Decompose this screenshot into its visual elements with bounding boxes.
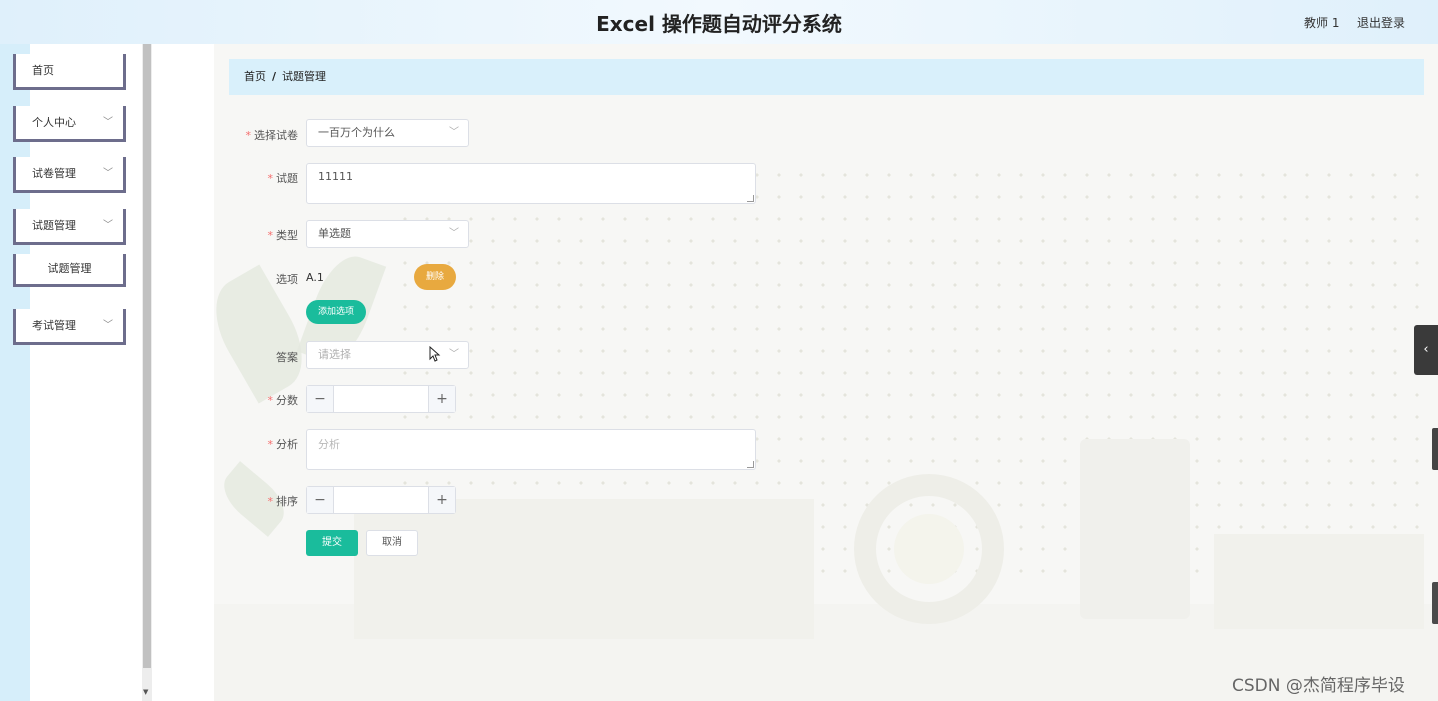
logout-link[interactable]: 退出登录 — [1357, 14, 1405, 31]
breadcrumb-current: 试题管理 — [282, 70, 327, 83]
sidebar-item-label: 个人中心 — [32, 116, 76, 129]
sidebar-item-label: 试卷管理 — [32, 167, 76, 180]
add-option-button[interactable]: 添加选项 — [306, 300, 366, 324]
sidebar-item-label: 试题管理 — [32, 219, 76, 232]
options-label-text: 选项 — [276, 273, 298, 286]
type-select-value: 单选题 — [318, 227, 351, 240]
analysis-textarea[interactable]: 分析 — [306, 429, 756, 470]
background-cylinder — [1080, 439, 1190, 619]
paper-label: * 选择试卷 — [228, 127, 299, 143]
required-mark: * — [267, 172, 274, 185]
resize-grip-icon[interactable] — [747, 195, 754, 202]
chevron-down-icon: ﹀ — [103, 320, 113, 331]
question-textarea[interactable]: 11111 — [306, 163, 756, 204]
current-user: 教师 1 — [1304, 16, 1340, 30]
submit-button[interactable]: 提交 — [306, 530, 358, 556]
score-label: * 分数 — [228, 392, 299, 408]
sidebar-subitem-label: 试题管理 — [47, 262, 92, 275]
sidebar-panel — [30, 44, 142, 701]
chevron-down-icon: ﹀ — [103, 168, 113, 179]
type-select[interactable]: 单选题 ﹀ — [306, 220, 469, 248]
required-mark: * — [267, 394, 274, 407]
breadcrumb: 首页 / 试题管理 — [229, 59, 1424, 95]
paper-select[interactable]: 一百万个为什么 ﹀ — [306, 119, 469, 147]
question-label: * 试题 — [228, 170, 299, 186]
question-label-text: 试题 — [276, 172, 298, 185]
edge-tab-widget[interactable] — [1432, 428, 1438, 470]
mouse-cursor-icon — [429, 346, 441, 362]
answer-select-placeholder: 请选择 — [318, 348, 351, 361]
type-label: * 类型 — [228, 227, 299, 243]
sidebar-background — [0, 44, 30, 701]
chevron-down-icon: ﹀ — [449, 349, 459, 360]
sidebar-item-profile[interactable]: 个人中心 ﹀ — [13, 106, 126, 142]
breadcrumb-separator: / — [272, 70, 277, 83]
options-label: 选项 — [228, 271, 298, 287]
answer-select[interactable]: 请选择 ﹀ — [306, 341, 469, 369]
minus-icon[interactable]: − — [307, 386, 334, 412]
required-mark: * — [267, 438, 274, 451]
required-mark: * — [245, 129, 252, 142]
chevron-left-icon[interactable]: ‹ — [1414, 325, 1438, 375]
required-mark: * — [267, 229, 274, 242]
cancel-button[interactable]: 取消 — [366, 530, 418, 556]
chevron-down-icon: ﹀ — [449, 228, 459, 239]
question-textarea-value: 11111 — [318, 170, 353, 183]
score-stepper[interactable]: − + — [306, 385, 456, 413]
chevron-down-icon: ﹀ — [449, 127, 459, 138]
analysis-textarea-placeholder: 分析 — [318, 438, 340, 451]
sidebar-subitem-question-management[interactable]: 试题管理 — [13, 254, 126, 287]
option-item-text: A.1 — [306, 271, 324, 284]
plus-icon[interactable]: + — [428, 386, 455, 412]
score-label-text: 分数 — [276, 394, 298, 407]
order-label-text: 排序 — [276, 495, 298, 508]
sidebar-item-label: 首页 — [32, 64, 54, 77]
minus-icon[interactable]: − — [307, 487, 334, 513]
top-header: Excel 操作题自动评分系统 教师 1 退出登录 — [0, 0, 1438, 44]
edge-tab-widget[interactable] — [1432, 582, 1438, 624]
answer-label-text: 答案 — [276, 351, 298, 364]
app-title: Excel 操作题自动评分系统 — [596, 12, 842, 36]
breadcrumb-home[interactable]: 首页 — [244, 70, 266, 83]
sidebar-item-paper-management[interactable]: 试卷管理 ﹀ — [13, 157, 126, 193]
background-book — [1214, 534, 1424, 629]
chevron-down-icon: ﹀ — [103, 220, 113, 231]
sidebar-item-exam-management[interactable]: 考试管理 ﹀ — [13, 309, 126, 345]
order-stepper[interactable]: − + — [306, 486, 456, 514]
resize-grip-icon[interactable] — [747, 461, 754, 468]
sidebar-item-label: 考试管理 — [32, 319, 76, 332]
analysis-label-text: 分析 — [276, 438, 298, 451]
delete-option-button[interactable]: 删除 — [414, 264, 456, 290]
chevron-down-icon: ﹀ — [103, 117, 113, 128]
sidebar-scrollbar-thumb[interactable] — [143, 44, 151, 668]
answer-label: 答案 — [228, 349, 298, 365]
sidebar-item-question-management[interactable]: 试题管理 ﹀ — [13, 209, 126, 245]
plus-icon[interactable]: + — [428, 487, 455, 513]
background-tape-center — [894, 514, 964, 584]
type-label-text: 类型 — [276, 229, 298, 242]
sidebar-item-home[interactable]: 首页 — [13, 54, 126, 90]
analysis-label: * 分析 — [228, 436, 299, 452]
watermark: CSDN @杰简程序毕设 — [1232, 676, 1405, 696]
required-mark: * — [267, 495, 274, 508]
paper-label-text: 选择试卷 — [254, 129, 298, 142]
background-book-stack — [354, 499, 814, 639]
order-label: * 排序 — [228, 493, 299, 509]
scroll-down-arrow-icon[interactable]: ▼ — [143, 688, 148, 696]
paper-select-value: 一百万个为什么 — [318, 126, 395, 139]
